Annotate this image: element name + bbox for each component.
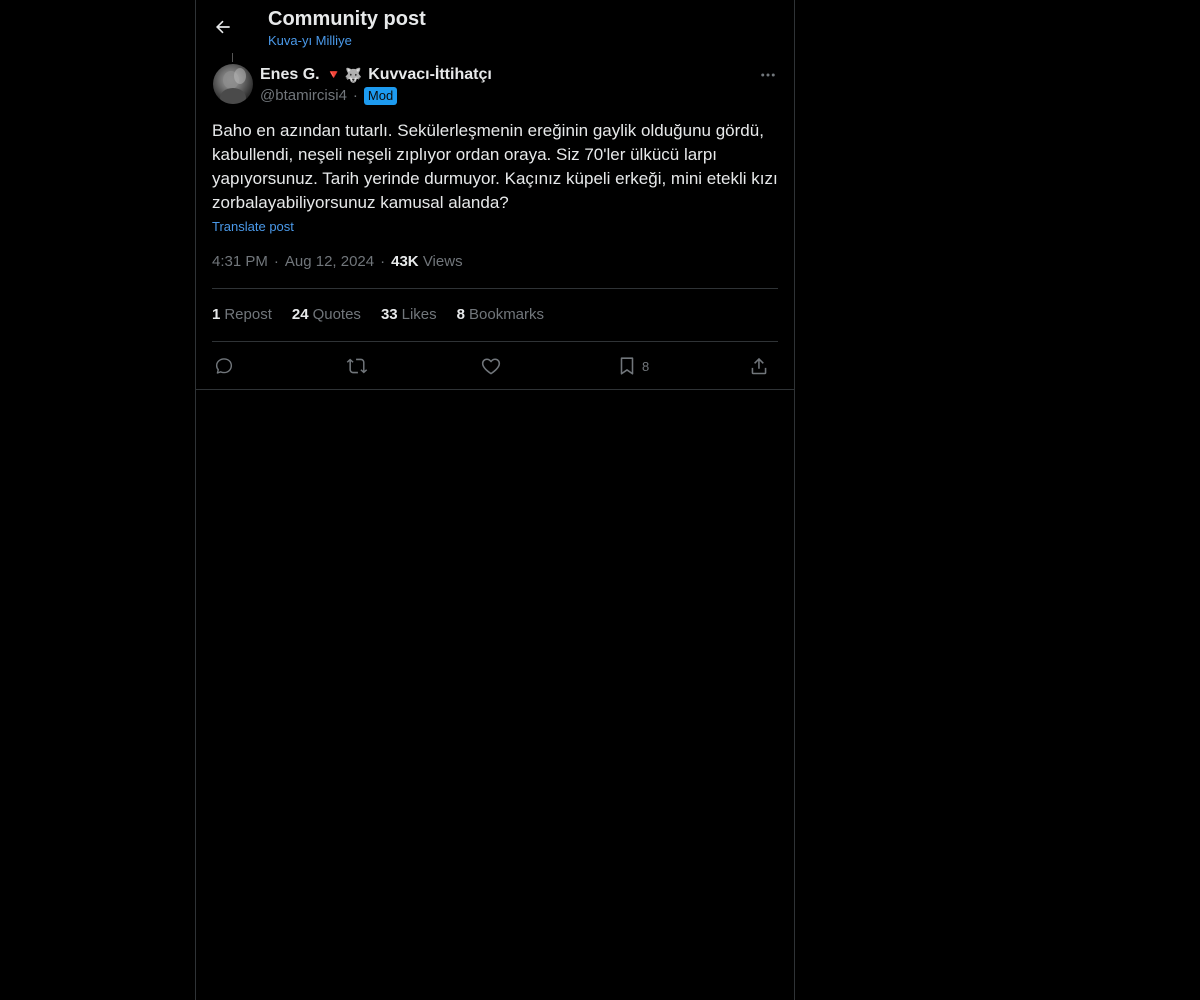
bookmark-count: 8 [642, 358, 650, 374]
stat-quotes[interactable]: 24 Quotes [292, 305, 361, 325]
post-time[interactable]: 4:31 PM [212, 252, 268, 272]
divider [212, 288, 778, 289]
views-label: Views [422, 253, 463, 270]
author-handle-row: @btamircisi4 · Mod [260, 86, 398, 106]
author-name-suffix: Kuvvacı-İttihatçı [368, 66, 492, 83]
post-text: Baho en azından tutarlı. Sekülerleşmenin… [212, 121, 778, 212]
share-button[interactable] [748, 352, 770, 380]
more-horizontal-icon [761, 73, 775, 77]
stat-count: 8 [456, 306, 465, 323]
stat-count: 33 [380, 306, 398, 323]
bookmark-button[interactable]: 8 [616, 352, 649, 380]
views-count: 43K [391, 253, 419, 270]
wolf-icon: 🐺 [344, 67, 363, 83]
back-button[interactable] [208, 12, 238, 42]
page-title: Community post [268, 8, 426, 30]
stat-bookmarks[interactable]: 8 Bookmarks [457, 305, 544, 325]
translate-post-link[interactable]: Translate post [212, 218, 294, 236]
share-icon [751, 357, 767, 375]
stat-likes[interactable]: 33 Likes [381, 305, 437, 325]
post-date[interactable]: Aug 12, 2024 [285, 252, 374, 272]
reply-icon [215, 358, 233, 374]
stat-count: 24 [291, 306, 309, 323]
more-options-button[interactable] [756, 64, 780, 86]
bookmark-icon [620, 357, 634, 375]
mod-badge: Mod [363, 87, 398, 105]
repost-icon [346, 358, 368, 374]
author-handle[interactable]: @btamircisi4 [260, 86, 347, 106]
avatar-image [220, 68, 246, 104]
post-actions: 8 [212, 352, 778, 380]
stat-label: Likes [401, 306, 437, 323]
main-column: Community post Kuva-yı Milliye Enes G. 🔻… [195, 0, 795, 1000]
stat-label: Quotes [312, 306, 361, 323]
heart-icon [481, 358, 501, 375]
stat-reposts[interactable]: 1 Repost [212, 305, 272, 325]
divider [212, 341, 778, 342]
stat-count: 1 [212, 306, 221, 323]
thread-connector [232, 53, 233, 62]
engagement-stats: 1 Repost 24 Quotes 33 Likes 8 Bookmarks [212, 305, 544, 325]
separator-dot: · [352, 87, 358, 104]
author-emojis: 🔻 🐺 [326, 64, 363, 86]
community-link[interactable]: Kuva-yı Milliye [268, 33, 352, 49]
avatar[interactable] [213, 64, 253, 104]
page-header: Community post Kuva-yı Milliye [196, 0, 794, 53]
meta-dot: · [380, 253, 386, 270]
stat-label: Bookmarks [469, 306, 545, 323]
meta-dot: · [273, 253, 279, 270]
like-button[interactable] [480, 352, 502, 380]
author-first-name: Enes G. [260, 66, 320, 83]
stat-label: Repost [224, 306, 272, 323]
post-meta: 4:31 PM · Aug 12, 2024 · 43K Views [212, 252, 463, 272]
arrow-left-icon [216, 20, 230, 34]
red-triangle-icon: 🔻 [325, 67, 342, 82]
author-name[interactable]: Enes G. 🔻 🐺 Kuvvacı-İttihatçı [260, 64, 492, 86]
reply-button[interactable] [214, 352, 234, 380]
repost-button[interactable] [346, 352, 368, 380]
divider [196, 389, 794, 390]
